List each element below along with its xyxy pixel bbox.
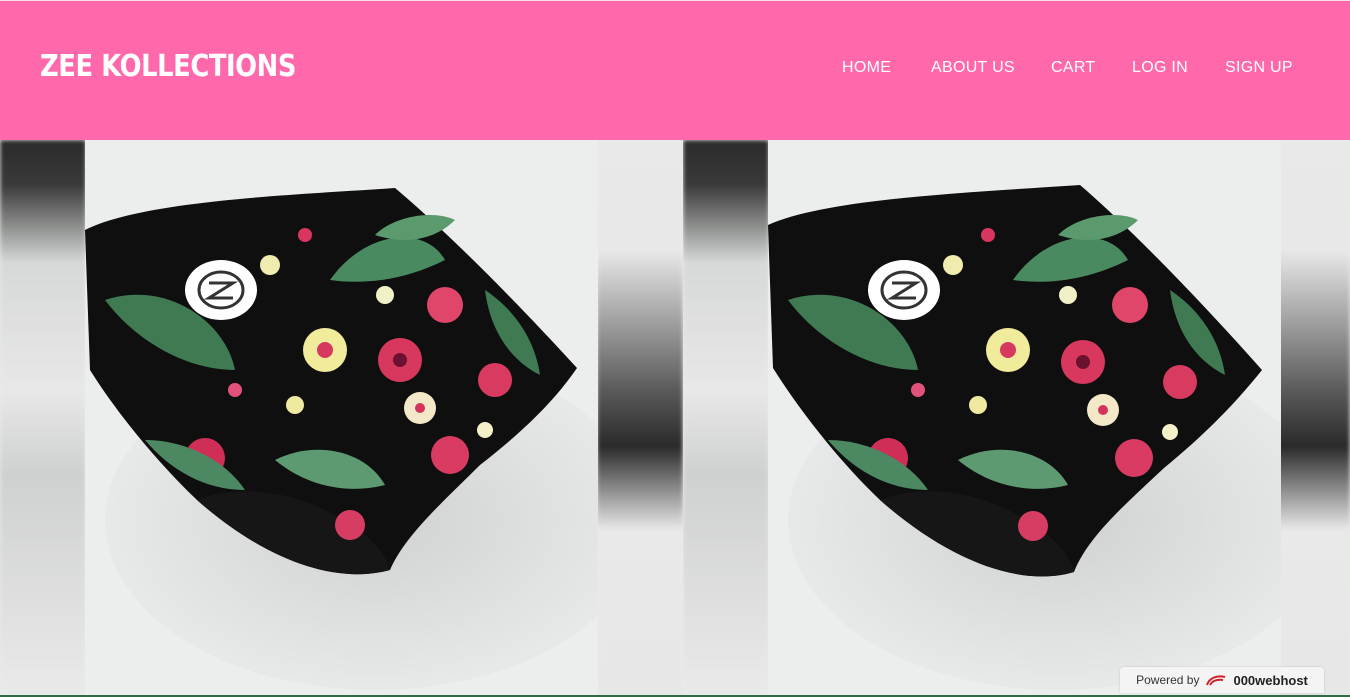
zk-logo-icon [868,260,940,320]
fabric-illustration [85,140,598,697]
nav-home[interactable]: HOME [842,57,891,79]
site-header: ZEE KOLLECTIONS HOME ABOUT US CART LOG I… [0,0,1350,140]
webhost-name: 000webhost [1233,672,1308,688]
blur-edge [597,140,683,697]
product-gallery [0,140,1350,697]
nav-log-in[interactable]: LOG IN [1132,57,1188,79]
powered-by-badge[interactable]: Powered by 000webhost [1120,667,1324,693]
gallery-item[interactable] [0,140,683,697]
blur-edge [683,140,769,697]
product-image [85,140,598,697]
gallery-item[interactable] [683,140,1350,697]
webhost-logo-icon [1205,673,1227,687]
main-nav: HOME ABOUT US CART LOG IN SIGN UP [0,57,1350,79]
nav-cart[interactable]: CART [1051,57,1095,79]
blur-edge [0,140,86,697]
zk-logo-icon [185,260,257,320]
product-image [768,140,1281,697]
nav-sign-up[interactable]: SIGN UP [1225,57,1293,79]
fabric-illustration [768,140,1281,697]
powered-by-label: Powered by [1136,673,1200,687]
nav-about-us[interactable]: ABOUT US [931,57,1015,79]
